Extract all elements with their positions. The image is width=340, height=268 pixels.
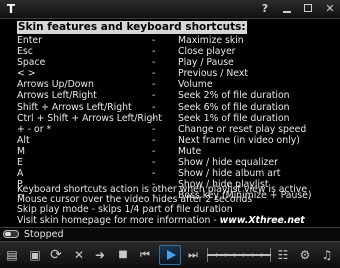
shortcut-row: Esc - Close player — [17, 46, 337, 57]
shortcut-row: Shift + Arrows Left/Right - Seek 6% of fil… — [17, 102, 337, 113]
play-button[interactable] — [159, 245, 181, 265]
status-bar: Stopped — [0, 227, 340, 241]
shortcut-key: < > — [17, 68, 36, 80]
shortcut-separator: - — [152, 112, 156, 124]
shortcut-separator: - — [152, 35, 156, 46]
shortcut-row: Alt - Next frame (in video only) — [17, 135, 337, 146]
shortcut-key: Arrows Up/Down — [17, 79, 94, 91]
settings-icon[interactable]: ⚙ — [297, 247, 313, 263]
shortcut-description: Seek 1% of file duration — [178, 112, 290, 124]
shortcut-separator: - — [152, 90, 156, 102]
shortcut-description: Play / Pause — [178, 57, 234, 69]
shortcut-key: Ctrl + Shift + Arrows Left/Right — [17, 112, 162, 124]
shortcut-key: Esc — [17, 46, 33, 58]
shortcut-description: Show / hide album art — [178, 168, 281, 180]
shortcut-key: Space — [17, 57, 46, 69]
shortcut-separator: - — [152, 134, 156, 146]
shortcut-key: E — [17, 157, 23, 169]
homepage-link[interactable]: www.Xthree.net — [220, 215, 305, 226]
shortcut-key: Shift + Arrows Left/Right — [17, 101, 132, 113]
playback-status: Stopped — [24, 229, 64, 240]
shortcut-description: Show / hide equalizer — [178, 157, 278, 169]
shortcut-separator: - — [152, 46, 156, 58]
help-button[interactable]: ? — [257, 2, 273, 16]
toggle-switch[interactable] — [3, 230, 19, 238]
shortcut-separator: - — [152, 145, 156, 157]
playlist-icon[interactable]: ▤ — [4, 247, 20, 263]
shortcut-description: Volume — [178, 79, 213, 91]
shortcut-key: Enter — [17, 35, 42, 46]
shortcut-separator: - — [152, 68, 156, 80]
shortcut-description: Previous / Next — [178, 68, 248, 80]
shortcut-row: A - Show / hide album art — [17, 168, 337, 179]
repeat-icon[interactable]: ⟳ — [48, 247, 64, 263]
title-bar[interactable]: T ? ✕ — [0, 0, 340, 19]
skip-mode-icon[interactable]: ➜ — [92, 247, 108, 263]
shortcuts-list: Enter - Maximize skin Esc - Close player Spa… — [17, 35, 337, 201]
shortcut-separator: - — [152, 168, 156, 180]
shortcut-description: Mute — [178, 145, 202, 157]
shortcut-row: Arrows Left/Right - Seek 2% of file durati… — [17, 90, 337, 101]
shortcut-description: Maximize skin — [178, 35, 244, 46]
shortcut-separator: - — [152, 157, 156, 169]
equalizer-icon[interactable]: ☷ — [275, 247, 291, 263]
shortcut-key: M — [17, 145, 26, 157]
minimize-icon — [283, 11, 291, 13]
shortcut-separator: - — [152, 101, 156, 113]
shortcut-description: Change or reset play speed — [178, 123, 307, 135]
shortcut-row: Space - Play / Pause — [17, 57, 337, 68]
shortcut-row: E - Show / hide equalizer — [17, 157, 337, 168]
shortcut-description: Close player — [178, 46, 236, 58]
minimize-button[interactable] — [279, 2, 295, 16]
control-bar: ▤ ▣ ⟳ ✕ ➜ ■ ⏮ ⏭ ☷ ⚙ ♫ — [0, 241, 340, 268]
play-icon — [167, 250, 176, 260]
shortcut-description: Seek 2% of file duration — [178, 90, 290, 102]
shortcut-row: Ctrl + Shift + Arrows Left/Right - Seek 1%… — [17, 113, 337, 124]
homepage-text: Visit skin homepage for more information… — [17, 214, 217, 226]
shortcut-key: Arrows Left/Right — [17, 90, 97, 102]
shortcut-key: Alt — [17, 134, 30, 146]
previous-icon[interactable]: ⏮ — [137, 247, 153, 263]
shortcut-separator: - — [152, 79, 156, 91]
shortcut-description: Next frame (in video only) — [178, 134, 300, 146]
maximize-icon — [304, 4, 312, 12]
shortcut-description: Seek 6% of file duration — [178, 101, 290, 113]
app-icon[interactable]: T — [4, 2, 18, 16]
shortcut-row: Arrows Up/Down - Volume — [17, 79, 337, 90]
shortcut-row: + - or * - Change or reset play speed — [17, 124, 337, 135]
music-note-icon[interactable]: ♫ — [319, 247, 335, 263]
next-icon[interactable]: ⏭ — [185, 247, 201, 263]
shortcut-row: M - Mute — [17, 146, 337, 157]
shortcut-separator: - — [152, 57, 156, 69]
album-art-icon[interactable]: ▣ — [27, 247, 43, 263]
shortcut-row: < > - Previous / Next — [17, 68, 337, 79]
shortcut-notes: Keyboard shortcuts action is other when … — [17, 184, 339, 226]
shortcuts-heading: Skin features and keyboard shortcuts: — [17, 21, 247, 34]
volume-level — [207, 254, 271, 256]
toggle-knob — [5, 232, 11, 236]
shuffle-icon[interactable]: ✕ — [71, 247, 87, 263]
shortcut-separator: - — [152, 123, 156, 135]
shortcut-key: A — [17, 168, 24, 180]
close-button[interactable]: ✕ — [322, 2, 338, 16]
maximize-button[interactable] — [301, 2, 317, 16]
shortcut-key: + - or * — [17, 123, 52, 135]
shortcut-row: Enter - Maximize skin — [17, 35, 337, 46]
homepage-line: Visit skin homepage for more information… — [17, 214, 339, 226]
volume-slider[interactable] — [207, 254, 271, 256]
shortcuts-panel: Skin features and keyboard shortcuts: En… — [0, 19, 340, 227]
stop-icon[interactable]: ■ — [115, 247, 131, 263]
